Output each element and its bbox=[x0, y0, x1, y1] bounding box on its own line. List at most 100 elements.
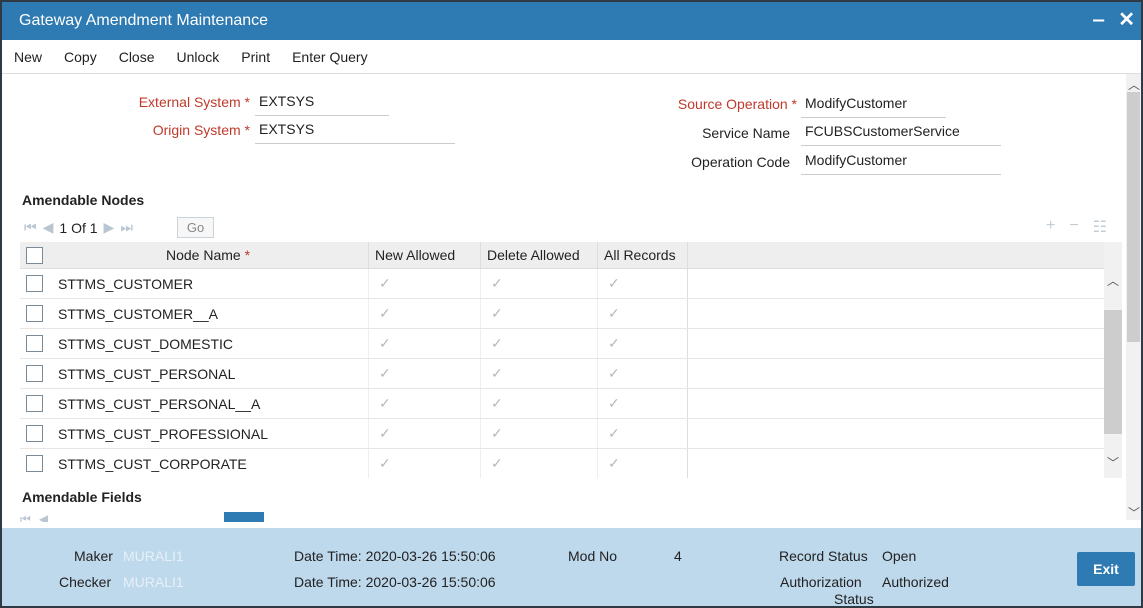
scroll-down-icon[interactable]: ﹀ bbox=[1107, 454, 1119, 471]
delete-allowed-check-icon[interactable]: ✓ bbox=[480, 449, 597, 478]
row-select-checkbox[interactable] bbox=[25, 335, 43, 352]
delete-row-icon[interactable]: − bbox=[1069, 217, 1078, 237]
delete-allowed-check-icon[interactable]: ✓ bbox=[480, 389, 597, 418]
menu-new[interactable]: New bbox=[2, 49, 53, 65]
external-system-label: External System * bbox=[138, 94, 250, 110]
last-page-icon[interactable]: ⏭ bbox=[120, 219, 133, 236]
menu-enter-query[interactable]: Enter Query bbox=[281, 49, 378, 65]
auth-status-label-2: Status bbox=[834, 591, 874, 607]
all-records-check-icon[interactable]: ✓ bbox=[597, 269, 687, 298]
menu-unlock[interactable]: Unlock bbox=[166, 49, 231, 65]
select-all-checkbox[interactable] bbox=[25, 246, 43, 264]
prev-page-icon[interactable]: ◀ bbox=[43, 219, 54, 236]
menu-print[interactable]: Print bbox=[230, 49, 281, 65]
service-name-field[interactable]: FCUBSCustomerService bbox=[801, 120, 1001, 146]
amendable-nodes-title: Amendable Nodes bbox=[22, 192, 145, 208]
table-row[interactable]: STTMS_CUSTOMER__A ✓ ✓ ✓ bbox=[20, 299, 1104, 329]
all-records-check-icon[interactable]: ✓ bbox=[597, 299, 687, 328]
table-row[interactable]: STTMS_CUST_CORPORATE ✓ ✓ ✓ bbox=[20, 449, 1104, 478]
menu-close[interactable]: Close bbox=[108, 49, 166, 65]
table-row[interactable]: STTMS_CUST_PERSONAL__A ✓ ✓ ✓ bbox=[20, 389, 1104, 419]
all-records-check-icon[interactable]: ✓ bbox=[597, 419, 687, 448]
new-allowed-check-icon[interactable]: ✓ bbox=[368, 449, 480, 478]
operation-code-field[interactable]: ModifyCustomer bbox=[801, 149, 1001, 175]
node-name-cell: STTMS_CUSTOMER__A bbox=[58, 305, 218, 322]
add-row-icon[interactable]: + bbox=[1046, 217, 1055, 237]
checker-datetime: Date Time: 2020-03-26 15:50:06 bbox=[294, 574, 496, 590]
all-records-check-icon[interactable]: ✓ bbox=[597, 389, 687, 418]
new-allowed-check-icon[interactable]: ✓ bbox=[368, 299, 480, 328]
page-scroll-up-icon[interactable]: ︿ bbox=[1128, 76, 1140, 93]
table-row[interactable]: STTMS_CUST_PROFESSIONAL ✓ ✓ ✓ bbox=[20, 419, 1104, 449]
operation-code-label: Operation Code bbox=[691, 154, 790, 170]
new-allowed-check-icon[interactable]: ✓ bbox=[368, 329, 480, 358]
table-row[interactable]: STTMS_CUSTOMER ✓ ✓ ✓ bbox=[20, 269, 1104, 299]
fields-first-icon[interactable]: ⏮ bbox=[20, 512, 31, 522]
delete-allowed-check-icon[interactable]: ✓ bbox=[480, 359, 597, 388]
grid-body: STTMS_CUSTOMER ✓ ✓ ✓ STTMS_CUSTOMER__A ✓ ✓ ✓ STT… bbox=[20, 269, 1104, 478]
audit-footer: Maker MURALI1 Checker MURALI1 Date Time:… bbox=[2, 528, 1141, 607]
new-allowed-check-icon[interactable]: ✓ bbox=[368, 359, 480, 388]
node-name-cell: STTMS_CUST_PERSONAL bbox=[58, 365, 236, 382]
menu-bar: New Copy Close Unlock Print Enter Query bbox=[2, 40, 1141, 74]
maker-label: Maker bbox=[74, 548, 113, 564]
all-records-check-icon[interactable]: ✓ bbox=[597, 359, 687, 388]
delete-allowed-check-icon[interactable]: ✓ bbox=[480, 299, 597, 328]
external-system-field[interactable]: EXTSYS bbox=[255, 90, 389, 116]
go-button[interactable]: Go bbox=[176, 217, 215, 238]
all-records-check-icon[interactable]: ✓ bbox=[597, 329, 687, 358]
row-select-checkbox[interactable] bbox=[25, 455, 43, 472]
new-allowed-check-icon[interactable]: ✓ bbox=[368, 269, 480, 298]
record-status-label: Record Status bbox=[779, 548, 868, 564]
window-title: Gateway Amendment Maintenance bbox=[19, 12, 269, 29]
scroll-up-icon[interactable]: ︿ bbox=[1107, 272, 1119, 289]
exit-button[interactable]: Exit bbox=[1077, 552, 1135, 586]
mod-no-label: Mod No bbox=[568, 548, 618, 564]
page-scroll-down-icon[interactable]: ﹀ bbox=[1128, 504, 1140, 521]
row-select-checkbox[interactable] bbox=[25, 365, 43, 382]
fields-pager-partial: ⏮ ◀ bbox=[20, 512, 265, 522]
mod-no-value: 4 bbox=[674, 548, 682, 564]
close-icon[interactable]: ✕ bbox=[1118, 8, 1135, 32]
next-page-icon[interactable]: ▶ bbox=[104, 219, 115, 236]
first-page-icon[interactable]: ⏮ bbox=[24, 219, 37, 236]
nodes-pager: ⏮ ◀ 1 Of 1 ▶ ⏭ Go bbox=[24, 217, 215, 238]
table-row[interactable]: STTMS_CUST_DOMESTIC ✓ ✓ ✓ bbox=[20, 329, 1104, 359]
title-bar: Gateway Amendment Maintenance ‒ ✕ bbox=[2, 2, 1141, 40]
grid-tools: + − ☷ bbox=[1046, 217, 1107, 237]
service-name-label: Service Name bbox=[702, 125, 790, 141]
record-status-value: Open bbox=[882, 548, 917, 564]
row-select-checkbox[interactable] bbox=[25, 425, 43, 442]
grid-scroll-thumb[interactable] bbox=[1104, 310, 1122, 434]
table-row[interactable]: STTMS_CUST_PERSONAL ✓ ✓ ✓ bbox=[20, 359, 1104, 389]
amendable-fields-title: Amendable Fields bbox=[22, 489, 142, 505]
origin-system-field[interactable]: EXTSYS bbox=[255, 118, 455, 144]
auth-status-value: Authorized bbox=[882, 574, 949, 590]
col-delete-allowed: Delete Allowed bbox=[480, 242, 597, 268]
row-select-checkbox[interactable] bbox=[25, 395, 43, 412]
amendable-nodes-grid: Node Name * New Allowed Delete Allowed A… bbox=[20, 242, 1104, 478]
maker-value: MURALI1 bbox=[123, 548, 184, 564]
minimize-icon[interactable]: ‒ bbox=[1093, 8, 1104, 32]
page-indicator: 1 Of 1 bbox=[59, 219, 98, 236]
fields-go-button[interactable] bbox=[224, 512, 265, 522]
menu-copy[interactable]: Copy bbox=[53, 49, 108, 65]
row-select-checkbox[interactable] bbox=[25, 275, 43, 292]
checker-value: MURALI1 bbox=[123, 574, 184, 590]
page-scroll-thumb[interactable] bbox=[1127, 92, 1140, 342]
list-view-icon[interactable]: ☷ bbox=[1093, 217, 1107, 237]
delete-allowed-check-icon[interactable]: ✓ bbox=[480, 269, 597, 298]
source-operation-field[interactable]: ModifyCustomer bbox=[801, 92, 946, 118]
node-name-cell: STTMS_CUST_DOMESTIC bbox=[58, 335, 234, 352]
new-allowed-check-icon[interactable]: ✓ bbox=[368, 419, 480, 448]
new-allowed-check-icon[interactable]: ✓ bbox=[368, 389, 480, 418]
delete-allowed-check-icon[interactable]: ✓ bbox=[480, 419, 597, 448]
delete-allowed-check-icon[interactable]: ✓ bbox=[480, 329, 597, 358]
page-scrollbar[interactable]: ︿ ﹀ bbox=[1126, 74, 1141, 520]
app-window: Gateway Amendment Maintenance ‒ ✕ New Co… bbox=[0, 0, 1143, 608]
fields-prev-icon[interactable]: ◀ bbox=[39, 512, 48, 522]
row-select-checkbox[interactable] bbox=[25, 305, 43, 322]
grid-scrollbar[interactable]: ︿ ﹀ bbox=[1104, 242, 1122, 478]
all-records-check-icon[interactable]: ✓ bbox=[597, 449, 687, 478]
node-name-cell: STTMS_CUST_PERSONAL__A bbox=[58, 395, 261, 412]
